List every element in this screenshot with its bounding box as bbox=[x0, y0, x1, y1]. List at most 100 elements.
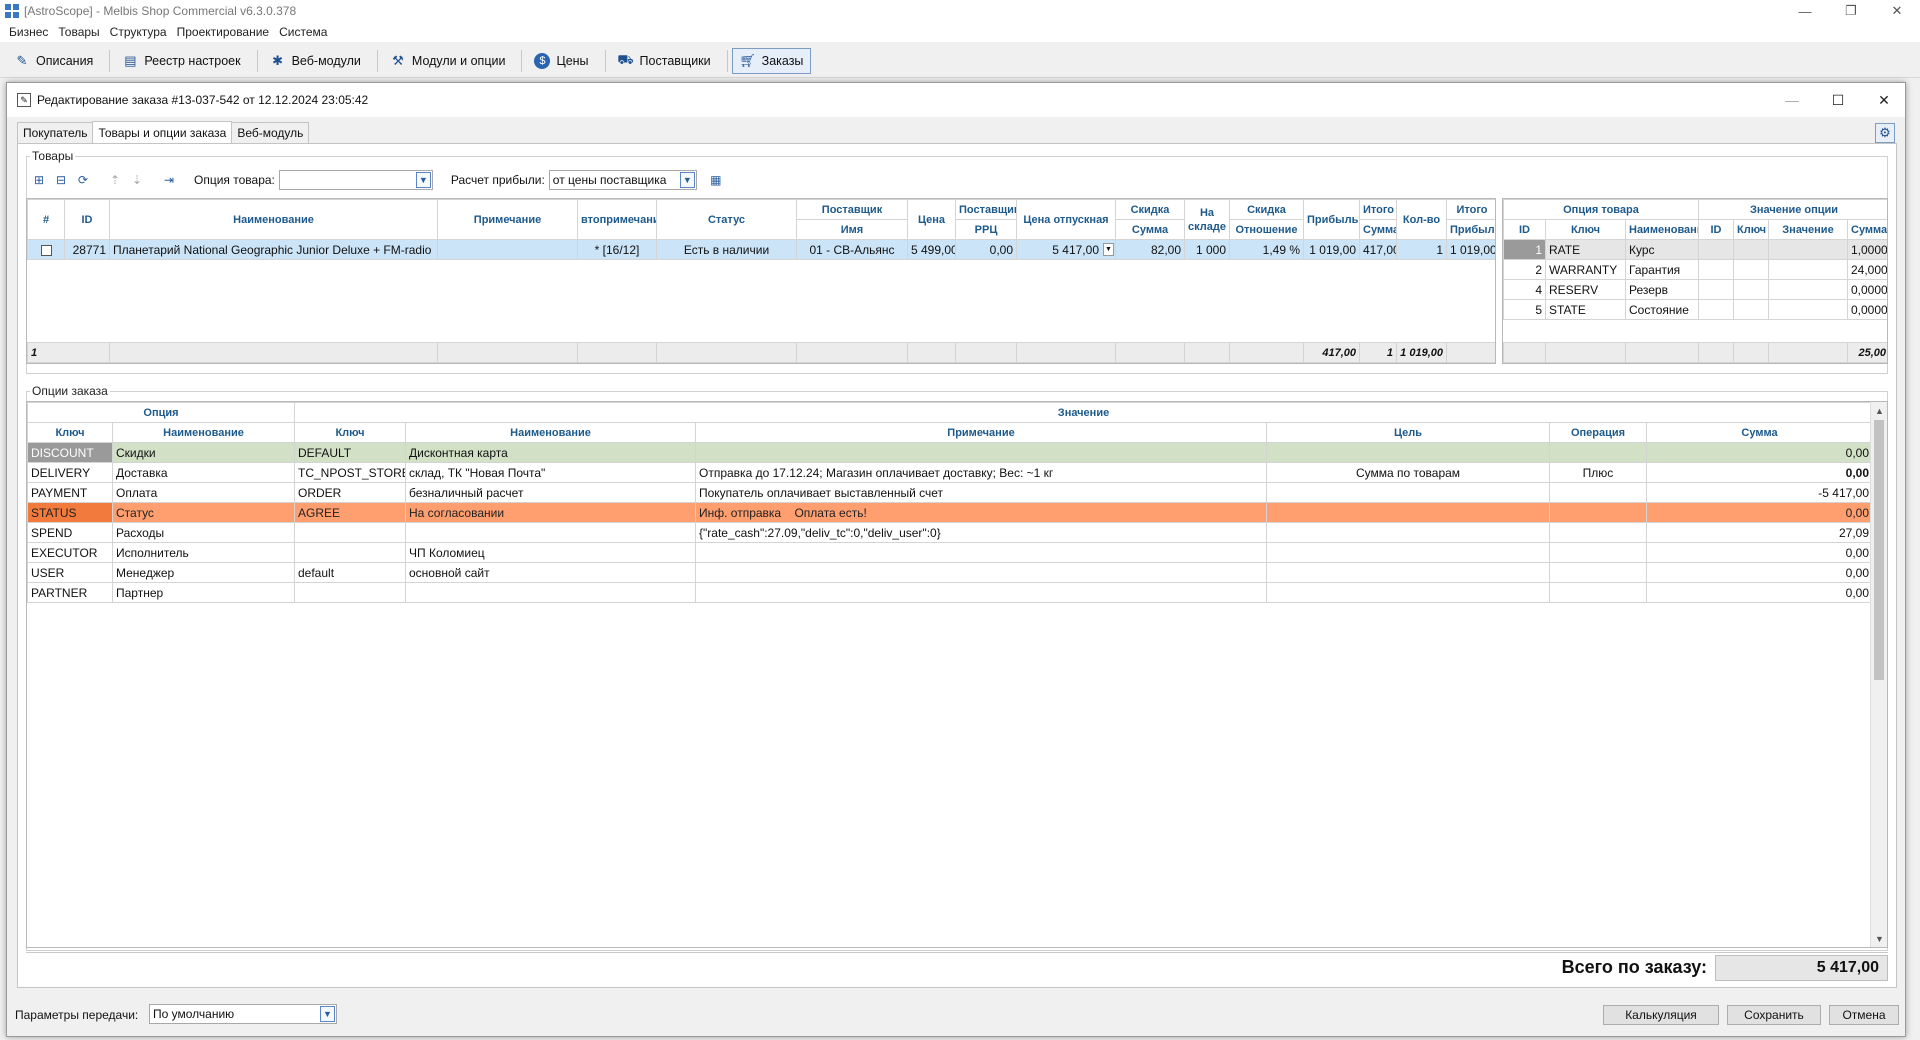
col-ratio[interactable]: Отношение bbox=[1229, 219, 1304, 240]
col-val-sum[interactable]: Сумма bbox=[1847, 219, 1887, 240]
minimize-icon[interactable]: — bbox=[1782, 0, 1828, 22]
col-val-value[interactable]: Значение bbox=[1768, 219, 1848, 240]
cell-status[interactable]: Есть в наличии bbox=[656, 239, 797, 260]
table-row[interactable]: 5 STATE Состояние 0,0000 bbox=[1503, 299, 1887, 320]
col-total-profit[interactable]: Прибыль bbox=[1446, 219, 1495, 240]
save-button[interactable]: Сохранить bbox=[1727, 1005, 1821, 1025]
scroll-thumb[interactable] bbox=[1874, 420, 1884, 680]
scroll-down-icon[interactable]: ▼ bbox=[1871, 930, 1887, 947]
tab-goods-options[interactable]: Товары и опции заказа bbox=[92, 121, 233, 144]
col-value-note[interactable]: Примечание bbox=[695, 422, 1267, 443]
table-row[interactable]: 1 RATE Курс 1,0000 bbox=[1503, 239, 1887, 260]
table-row[interactable]: PARTNER Партнер 0,00 bbox=[27, 582, 1874, 603]
table-row[interactable]: DELIVERY Доставка TC_NPOST_STORE склад, … bbox=[27, 462, 1874, 483]
transfer-select[interactable]: По умолчанию ▼ bbox=[149, 1004, 337, 1024]
col-num[interactable]: # bbox=[27, 199, 65, 240]
close-icon[interactable]: ✕ bbox=[1874, 0, 1920, 22]
table-row[interactable]: PAYMENT Оплата ORDER безналичный расчет … bbox=[27, 482, 1874, 503]
col-discount[interactable]: Скидка bbox=[1115, 199, 1185, 220]
row-checkbox[interactable] bbox=[27, 239, 65, 260]
add-row-icon[interactable]: ⊞ bbox=[28, 170, 50, 190]
menu-structure[interactable]: Структура bbox=[105, 25, 172, 39]
table-view-icon[interactable]: ▦ bbox=[705, 170, 727, 190]
table-row[interactable]: DISCOUNT Скидки DEFAULT Дисконтная карта… bbox=[27, 442, 1874, 463]
table-row[interactable]: SPEND Расходы {"rate_cash":27.09,"deliv_… bbox=[27, 522, 1874, 543]
web-modules-button[interactable]: ✱ Веб-модули bbox=[262, 48, 369, 74]
col-supplier[interactable]: Поставщик bbox=[796, 199, 908, 220]
cancel-button[interactable]: Отмена bbox=[1829, 1005, 1899, 1025]
tab-buyer[interactable]: Покупатель bbox=[17, 122, 94, 143]
col-val-id[interactable]: ID bbox=[1698, 219, 1734, 240]
cell-sell-price[interactable]: 5 417,00 ▼ bbox=[1016, 239, 1116, 260]
export-icon[interactable]: ⇥ bbox=[158, 170, 180, 190]
col-operation[interactable]: Операция bbox=[1549, 422, 1647, 443]
col-value-name[interactable]: Наименование bbox=[405, 422, 696, 443]
settings-tools-icon[interactable]: ⚙ bbox=[1875, 123, 1895, 143]
refresh-row-icon[interactable]: ⟳ bbox=[72, 170, 94, 190]
table-row[interactable]: USER Менеджер default основной сайт 0,00 bbox=[27, 562, 1874, 583]
tab-web-module[interactable]: Веб-модуль bbox=[231, 122, 310, 143]
modules-options-button[interactable]: ⚒ Модули и опции bbox=[382, 48, 514, 74]
dialog-close-icon[interactable]: ✕ bbox=[1861, 83, 1907, 117]
table-row[interactable]: STATUS Статус AGREE На согласовании Инф.… bbox=[27, 502, 1874, 523]
col-name[interactable]: Наименование bbox=[109, 199, 438, 240]
col-total[interactable]: Итого bbox=[1359, 199, 1397, 220]
col-total2[interactable]: Итого bbox=[1446, 199, 1495, 220]
table-row[interactable]: 28771 Планетарий National Geographic Jun… bbox=[27, 239, 1495, 260]
descriptions-button[interactable]: ✎ Описания bbox=[6, 48, 101, 74]
calculation-button[interactable]: Калькуляция bbox=[1603, 1005, 1719, 1025]
col-rrp[interactable]: РРЦ bbox=[955, 219, 1017, 240]
table-row[interactable]: 2 WARRANTY Гарантия 24,0000 bbox=[1503, 259, 1887, 280]
cell-supplier[interactable]: 01 - СВ-Альянс bbox=[796, 239, 908, 260]
prices-button[interactable]: $ Цены bbox=[526, 48, 596, 74]
chevron-down-icon[interactable]: ▼ bbox=[1103, 243, 1114, 256]
move-up-icon[interactable]: ⇡ bbox=[104, 170, 126, 190]
col-qty[interactable]: Кол-во bbox=[1396, 199, 1447, 240]
col-option-value[interactable]: Значение опции bbox=[1698, 199, 1887, 220]
col-total-sum[interactable]: Сумма bbox=[1359, 219, 1397, 240]
dialog-minimize-icon[interactable]: — bbox=[1769, 83, 1815, 117]
col-key[interactable]: Ключ bbox=[27, 422, 113, 443]
table-row[interactable]: 4 RESERV Резерв 0,0000 bbox=[1503, 279, 1887, 300]
restore-icon[interactable]: ❐ bbox=[1828, 0, 1874, 22]
col-opt-name[interactable]: Наименовани bbox=[1625, 219, 1699, 240]
col-profit[interactable]: Прибыль bbox=[1303, 199, 1360, 240]
col-price[interactable]: Цена bbox=[907, 199, 956, 240]
scroll-up-icon[interactable]: ▲ bbox=[1871, 402, 1887, 419]
col-discount2[interactable]: Скидка bbox=[1229, 199, 1304, 220]
table-row[interactable]: EXECUTOR Исполнитель ЧП Коломиец 0,00 bbox=[27, 542, 1874, 563]
option-select[interactable]: ▼ bbox=[278, 170, 433, 190]
col-sum[interactable]: Сумма bbox=[1645, 422, 1874, 443]
cell-qty[interactable]: 1 bbox=[1396, 239, 1447, 260]
col-goods-option[interactable]: Опция товара bbox=[1503, 199, 1699, 220]
col-name[interactable]: Наименование bbox=[112, 422, 295, 443]
col-discount-sum[interactable]: Сумма bbox=[1115, 219, 1185, 240]
col-value[interactable]: Значение bbox=[293, 402, 1874, 423]
col-status[interactable]: Статус bbox=[656, 199, 797, 240]
col-target[interactable]: Цель bbox=[1266, 422, 1550, 443]
col-stock[interactable]: На складе bbox=[1184, 199, 1230, 240]
col-autonote[interactable]: втопримечани bbox=[577, 199, 657, 240]
orders-button[interactable]: 🛒︎ Заказы bbox=[731, 48, 812, 74]
col-sell-price[interactable]: Цена отпускная bbox=[1016, 199, 1116, 240]
checkbox[interactable] bbox=[40, 244, 52, 256]
edit-row-icon[interactable]: ⊟ bbox=[50, 170, 72, 190]
menu-business[interactable]: Бизнес bbox=[4, 25, 53, 39]
registry-button[interactable]: ▤ Реестр настроек bbox=[114, 48, 248, 74]
col-opt-key[interactable]: Ключ bbox=[1545, 219, 1626, 240]
move-down-icon[interactable]: ⇣ bbox=[126, 170, 148, 190]
dialog-maximize-icon[interactable]: ☐ bbox=[1815, 83, 1861, 117]
col-opt-id[interactable]: ID bbox=[1503, 219, 1546, 240]
col-value-key[interactable]: Ключ bbox=[294, 422, 406, 443]
col-val-key[interactable]: Ключ bbox=[1733, 219, 1769, 240]
col-note[interactable]: Примечание bbox=[437, 199, 578, 240]
menu-system[interactable]: Система bbox=[274, 25, 332, 39]
col-id[interactable]: ID bbox=[64, 199, 110, 240]
vertical-scrollbar[interactable]: ▲ ▼ bbox=[1870, 402, 1887, 947]
suppliers-button[interactable]: ⛟ Поставщики bbox=[610, 48, 719, 74]
col-option[interactable]: Опция bbox=[27, 402, 295, 423]
menu-goods[interactable]: Товары bbox=[53, 25, 104, 39]
menu-design[interactable]: Проектирование bbox=[172, 25, 275, 39]
profit-select[interactable]: от цены поставщика ▼ bbox=[548, 170, 697, 190]
col-supplier2[interactable]: Поставщик bbox=[955, 199, 1017, 220]
